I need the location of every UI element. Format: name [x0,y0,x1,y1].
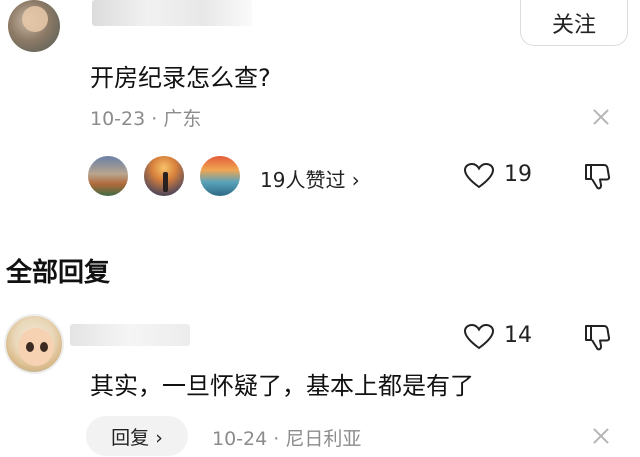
reply-button[interactable]: 回复 › [86,416,188,456]
like-count: 19 [504,162,532,187]
comment-text: 开房纪录怎么查? [90,64,271,92]
thumbs-down-icon[interactable] [584,163,610,191]
reply-text: 其实，一旦怀疑了，基本上都是有了 [90,372,474,400]
close-icon[interactable] [590,425,612,447]
comment-meta: 10-23 · 广东 [90,108,202,130]
follow-button[interactable]: 关注 [520,0,628,46]
reply-like-count: 14 [504,323,532,348]
commenter-name-blurred [92,0,252,26]
replier-name-blurred [70,324,190,346]
reply-meta: 10-24 · 尼日利亚 [212,428,362,450]
liker-avatar[interactable] [86,154,130,198]
likes-summary-link[interactable]: 19人赞过 › [260,164,360,193]
close-icon[interactable] [590,106,612,128]
thumbs-down-icon[interactable] [584,324,610,352]
liker-avatar[interactable] [142,154,186,198]
liker-avatar[interactable] [198,154,242,198]
replier-avatar[interactable] [4,314,64,374]
commenter-avatar[interactable] [8,0,60,52]
section-title: 全部回复 [6,258,111,288]
heart-icon[interactable] [464,324,494,350]
heart-icon[interactable] [464,163,494,189]
